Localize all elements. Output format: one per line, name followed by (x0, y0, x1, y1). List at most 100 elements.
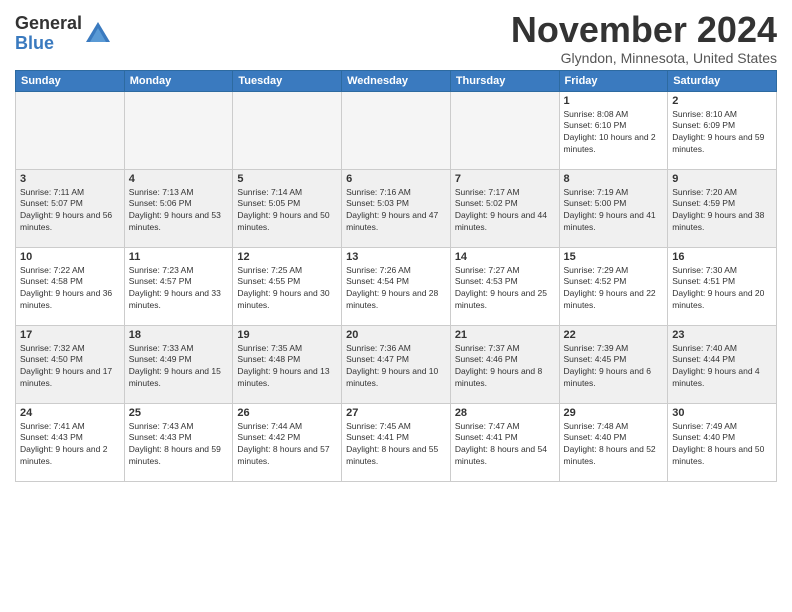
day-number: 19 (237, 329, 337, 341)
calendar-cell: 14 Sunrise: 7:27 AM Sunset: 4:53 PM Dayli… (450, 247, 559, 325)
day-number: 30 (672, 407, 772, 419)
calendar-cell: 7 Sunrise: 7:17 AM Sunset: 5:02 PM Daylig… (450, 169, 559, 247)
day-info: Sunrise: 8:10 AM Sunset: 6:09 PM Dayligh… (672, 109, 772, 157)
calendar-cell: 6 Sunrise: 7:16 AM Sunset: 5:03 PM Daylig… (342, 169, 451, 247)
day-number: 8 (564, 173, 664, 185)
weekday-header-row: Sunday Monday Tuesday Wednesday Thursday… (16, 70, 777, 91)
calendar-cell: 2 Sunrise: 8:10 AM Sunset: 6:09 PM Daylig… (668, 91, 777, 169)
day-number: 7 (455, 173, 555, 185)
calendar-cell: 10Sunrise: 7:22 AM Sunset: 4:58 PM Dayli… (16, 247, 125, 325)
day-number: 5 (237, 173, 337, 185)
day-number: 18 (129, 329, 229, 341)
day-number: 17 (20, 329, 120, 341)
calendar-cell: 8Sunrise: 7:19 AM Sunset: 5:00 PM Daylig… (559, 169, 668, 247)
calendar-cell: 4 Sunrise: 7:13 AM Sunset: 5:06 PM Daylig… (124, 169, 233, 247)
calendar-cell: 22Sunrise: 7:39 AM Sunset: 4:45 PM Dayli… (559, 325, 668, 403)
day-number: 6 (346, 173, 446, 185)
day-number: 1 (564, 95, 664, 107)
header: General Blue November 2024 Glyndon, Minn… (15, 10, 777, 66)
day-number: 13 (346, 251, 446, 263)
day-number: 2 (672, 95, 772, 107)
calendar-cell: 1 Sunrise: 8:08 AM Sunset: 6:10 PM Daylig… (559, 91, 668, 169)
calendar-cell: 27 Sunrise: 7:45 AM Sunset: 4:41 PM Dayli… (342, 403, 451, 481)
calendar-cell (16, 91, 125, 169)
header-friday: Friday (559, 70, 668, 91)
day-info: Sunrise: 7:17 AM Sunset: 5:02 PM Dayligh… (455, 187, 555, 235)
day-number: 23 (672, 329, 772, 341)
calendar-cell: 9 Sunrise: 7:20 AM Sunset: 4:59 PM Daylig… (668, 169, 777, 247)
calendar-cell: 16Sunrise: 7:30 AM Sunset: 4:51 PM Dayli… (668, 247, 777, 325)
day-number: 25 (129, 407, 229, 419)
day-number: 3 (20, 173, 120, 185)
day-info: Sunrise: 7:23 AM Sunset: 4:57 PM Dayligh… (129, 265, 229, 313)
day-info: Sunrise: 8:08 AM Sunset: 6:10 PM Dayligh… (564, 109, 664, 157)
week-row-5: 24Sunrise: 7:41 AM Sunset: 4:43 PM Dayli… (16, 403, 777, 481)
day-number: 27 (346, 407, 446, 419)
calendar-cell: 15 Sunrise: 7:29 AM Sunset: 4:52 PM Dayli… (559, 247, 668, 325)
day-info: Sunrise: 7:11 AM Sunset: 5:07 PM Dayligh… (20, 187, 120, 235)
day-info: Sunrise: 7:32 AM Sunset: 4:50 PM Dayligh… (20, 343, 120, 391)
calendar-cell: 13 Sunrise: 7:26 AM Sunset: 4:54 PM Dayli… (342, 247, 451, 325)
day-info: Sunrise: 7:43 AM Sunset: 4:43 PM Dayligh… (129, 421, 229, 469)
day-info: Sunrise: 7:25 AM Sunset: 4:55 PM Dayligh… (237, 265, 337, 313)
calendar-cell: 21Sunrise: 7:37 AM Sunset: 4:46 PM Dayli… (450, 325, 559, 403)
logo-general: General (15, 13, 82, 33)
day-number: 28 (455, 407, 555, 419)
day-info: Sunrise: 7:29 AM Sunset: 4:52 PM Dayligh… (564, 265, 664, 313)
day-number: 9 (672, 173, 772, 185)
week-row-3: 10Sunrise: 7:22 AM Sunset: 4:58 PM Dayli… (16, 247, 777, 325)
header-thursday: Thursday (450, 70, 559, 91)
day-number: 10 (20, 251, 120, 263)
day-number: 15 (564, 251, 664, 263)
calendar-cell: 12 Sunrise: 7:25 AM Sunset: 4:55 PM Dayli… (233, 247, 342, 325)
day-info: Sunrise: 7:36 AM Sunset: 4:47 PM Dayligh… (346, 343, 446, 391)
day-info: Sunrise: 7:13 AM Sunset: 5:06 PM Dayligh… (129, 187, 229, 235)
header-monday: Monday (124, 70, 233, 91)
calendar-cell: 19Sunrise: 7:35 AM Sunset: 4:48 PM Dayli… (233, 325, 342, 403)
day-number: 12 (237, 251, 337, 263)
calendar-cell: 20 Sunrise: 7:36 AM Sunset: 4:47 PM Dayli… (342, 325, 451, 403)
location: Glyndon, Minnesota, United States (511, 50, 777, 66)
calendar-cell: 30 Sunrise: 7:49 AM Sunset: 4:40 PM Dayli… (668, 403, 777, 481)
day-info: Sunrise: 7:33 AM Sunset: 4:49 PM Dayligh… (129, 343, 229, 391)
header-wednesday: Wednesday (342, 70, 451, 91)
calendar-cell: 28Sunrise: 7:47 AM Sunset: 4:41 PM Dayli… (450, 403, 559, 481)
header-tuesday: Tuesday (233, 70, 342, 91)
day-info: Sunrise: 7:16 AM Sunset: 5:03 PM Dayligh… (346, 187, 446, 235)
calendar-cell: 18 Sunrise: 7:33 AM Sunset: 4:49 PM Dayli… (124, 325, 233, 403)
week-row-2: 3 Sunrise: 7:11 AM Sunset: 5:07 PM Daylig… (16, 169, 777, 247)
day-number: 4 (129, 173, 229, 185)
day-info: Sunrise: 7:27 AM Sunset: 4:53 PM Dayligh… (455, 265, 555, 313)
calendar-cell: 26 Sunrise: 7:44 AM Sunset: 4:42 PM Dayli… (233, 403, 342, 481)
logo: General Blue (15, 14, 112, 54)
calendar-cell: 25 Sunrise: 7:43 AM Sunset: 4:43 PM Dayli… (124, 403, 233, 481)
calendar-cell: 17 Sunrise: 7:32 AM Sunset: 4:50 PM Dayli… (16, 325, 125, 403)
day-info: Sunrise: 7:44 AM Sunset: 4:42 PM Dayligh… (237, 421, 337, 469)
calendar-cell: 29Sunrise: 7:48 AM Sunset: 4:40 PM Dayli… (559, 403, 668, 481)
calendar-cell: 23 Sunrise: 7:40 AM Sunset: 4:44 PM Dayli… (668, 325, 777, 403)
month-title: November 2024 (511, 10, 777, 50)
calendar-cell: 3 Sunrise: 7:11 AM Sunset: 5:07 PM Daylig… (16, 169, 125, 247)
day-info: Sunrise: 7:20 AM Sunset: 4:59 PM Dayligh… (672, 187, 772, 235)
logo-icon (84, 20, 112, 48)
header-sunday: Sunday (16, 70, 125, 91)
day-number: 20 (346, 329, 446, 341)
day-info: Sunrise: 7:39 AM Sunset: 4:45 PM Dayligh… (564, 343, 664, 391)
calendar-cell (233, 91, 342, 169)
day-info: Sunrise: 7:26 AM Sunset: 4:54 PM Dayligh… (346, 265, 446, 313)
week-row-4: 17 Sunrise: 7:32 AM Sunset: 4:50 PM Dayli… (16, 325, 777, 403)
calendar-cell (124, 91, 233, 169)
calendar: Sunday Monday Tuesday Wednesday Thursday… (15, 70, 777, 482)
title-block: November 2024 Glyndon, Minnesota, United… (511, 10, 777, 66)
calendar-cell: 5Sunrise: 7:14 AM Sunset: 5:05 PM Daylig… (233, 169, 342, 247)
day-info: Sunrise: 7:45 AM Sunset: 4:41 PM Dayligh… (346, 421, 446, 469)
day-number: 24 (20, 407, 120, 419)
logo-text: General Blue (15, 14, 82, 54)
day-info: Sunrise: 7:37 AM Sunset: 4:46 PM Dayligh… (455, 343, 555, 391)
day-info: Sunrise: 7:49 AM Sunset: 4:40 PM Dayligh… (672, 421, 772, 469)
day-info: Sunrise: 7:40 AM Sunset: 4:44 PM Dayligh… (672, 343, 772, 391)
day-info: Sunrise: 7:48 AM Sunset: 4:40 PM Dayligh… (564, 421, 664, 469)
day-number: 14 (455, 251, 555, 263)
calendar-cell: 24Sunrise: 7:41 AM Sunset: 4:43 PM Dayli… (16, 403, 125, 481)
day-number: 26 (237, 407, 337, 419)
